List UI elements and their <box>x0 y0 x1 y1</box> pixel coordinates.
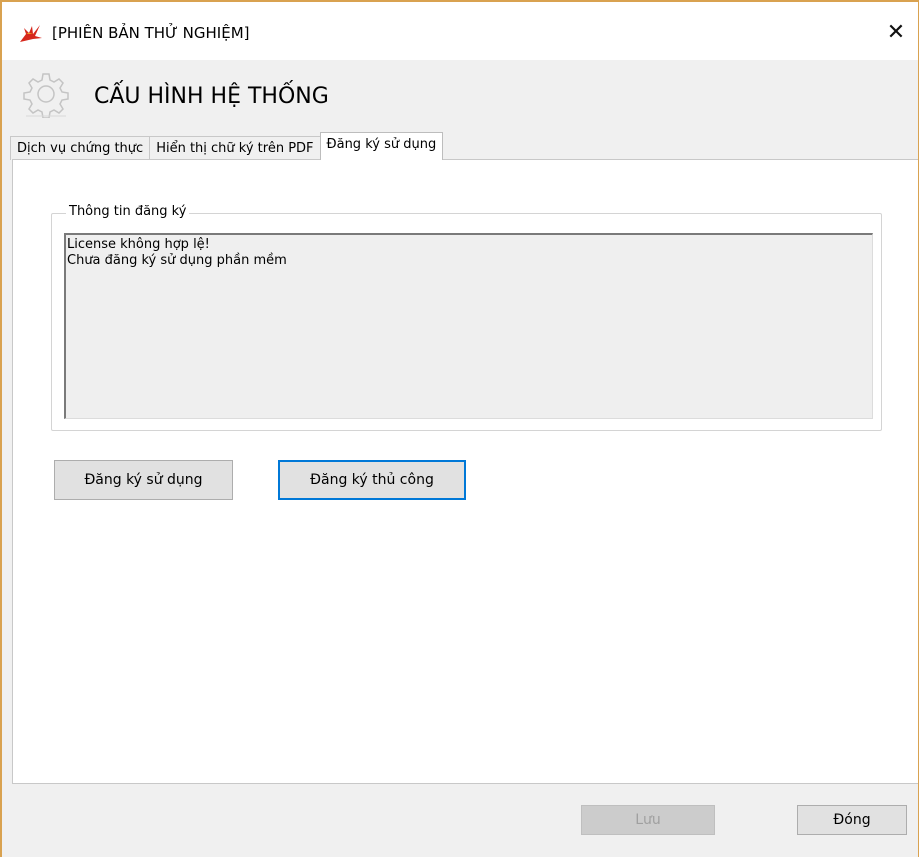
window-title: [PHIÊN BẢN THỬ NGHIỆM] <box>52 24 250 42</box>
settings-window: [PHIÊN BẢN THỬ NGHIỆM] ✕ CẤU HÌNH HỆ THỐ… <box>0 0 919 857</box>
group-label: Thông tin đăng ký <box>66 204 190 219</box>
close-window-button[interactable]: ✕ <box>874 12 918 52</box>
app-logo-icon <box>18 22 44 44</box>
page-title: CẤU HÌNH HỆ THỐNG <box>94 84 329 109</box>
close-button[interactable]: Đóng <box>797 805 907 835</box>
gear-icon <box>22 70 70 119</box>
registration-tab-panel: Thông tin đăng ký License không hợp lệ! … <box>12 159 918 784</box>
page-header: CẤU HÌNH HỆ THỐNG <box>2 60 918 130</box>
register-button[interactable]: Đăng ký sử dụng <box>54 460 233 500</box>
close-icon: ✕ <box>886 19 906 45</box>
tab-registration[interactable]: Đăng ký sử dụng <box>319 132 444 160</box>
tab-pdf-signature-display[interactable]: Hiển thị chữ ký trên PDF <box>149 136 321 160</box>
tab-strip: Dịch vụ chứng thực Hiển thị chữ ký trên … <box>10 132 444 160</box>
save-button[interactable]: Lưu <box>581 805 715 835</box>
license-info-textbox[interactable]: License không hợp lệ! Chưa đăng ký sử dụ… <box>64 233 873 419</box>
title-bar: [PHIÊN BẢN THỬ NGHIỆM] ✕ <box>2 2 918 60</box>
license-status-line: License không hợp lệ! <box>67 237 210 252</box>
registration-info-group: Thông tin đăng ký License không hợp lệ! … <box>51 204 882 431</box>
tab-authentication-service[interactable]: Dịch vụ chứng thực <box>10 136 151 160</box>
registration-status-line: Chưa đăng ký sử dụng phần mềm <box>67 253 287 268</box>
manual-register-button[interactable]: Đăng ký thủ công <box>278 460 466 500</box>
